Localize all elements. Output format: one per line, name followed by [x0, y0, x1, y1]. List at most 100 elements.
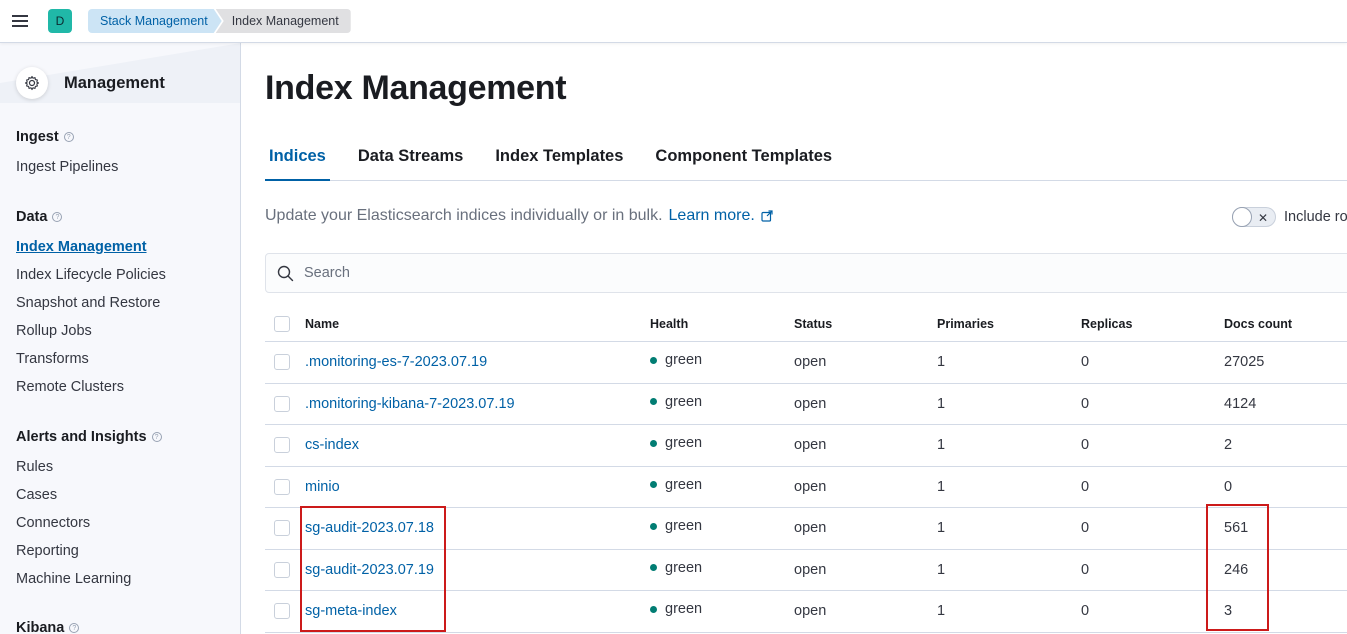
docs-count-cell: 27025: [1224, 354, 1265, 371]
tab-index-templates[interactable]: Index Templates: [491, 143, 627, 181]
index-name-link[interactable]: minio: [305, 479, 340, 495]
space-avatar[interactable]: D: [48, 9, 72, 33]
row-checkbox[interactable]: [274, 561, 290, 578]
sidebar-title: Management: [64, 73, 165, 92]
hamburger-menu-icon[interactable]: [0, 0, 40, 43]
replicas-cell: 0: [1081, 478, 1090, 495]
help-icon[interactable]: ?: [69, 623, 80, 633]
column-header-health[interactable]: Health: [650, 307, 688, 341]
description-text: Update your Elasticsearch indices indivi…: [265, 207, 663, 224]
sidebar-item-reporting[interactable]: Reporting: [16, 537, 162, 565]
status-cell: open: [794, 395, 827, 412]
search-input[interactable]: [304, 265, 1204, 281]
status-cell: open: [794, 520, 827, 537]
breadcrumb-stack-management[interactable]: Stack Management: [88, 9, 222, 33]
primaries-cell: 1: [937, 520, 946, 537]
table-header-row: Name Health Status Primaries Replicas Do…: [265, 307, 1347, 342]
table-row: minio green open 1 0 0: [265, 467, 1347, 508]
replicas-cell: 0: [1081, 437, 1090, 454]
docs-count-cell: 2: [1224, 437, 1233, 454]
tab-data-streams[interactable]: Data Streams: [354, 143, 467, 181]
sidebar-item-transforms[interactable]: Transforms: [16, 345, 166, 373]
include-rollup-toggle[interactable]: ✕: [1232, 207, 1276, 227]
learn-more-link[interactable]: Learn more.: [669, 207, 755, 225]
health-dot-icon: [650, 356, 657, 364]
health-text: green: [665, 352, 703, 369]
sidebar-item-connectors[interactable]: Connectors: [16, 509, 162, 537]
health-dot-icon: [650, 481, 657, 489]
sidebar-item-snapshot-and-restore[interactable]: Snapshot and Restore: [16, 289, 166, 317]
nav-group-title: Alerts and Insights: [16, 429, 147, 445]
status-cell: open: [794, 437, 827, 454]
external-link-icon[interactable]: [761, 210, 773, 222]
replicas-cell: 0: [1081, 395, 1090, 412]
health-text: green: [665, 476, 703, 493]
help-icon[interactable]: ?: [52, 212, 63, 222]
breadcrumb: Stack Management Index Management: [88, 9, 351, 33]
index-name-link[interactable]: .monitoring-kibana-7-2023.07.19: [305, 396, 515, 412]
status-cell: open: [794, 561, 827, 578]
management-header: Management: [16, 67, 165, 99]
primaries-cell: 1: [937, 395, 946, 412]
table-row: cs-index green open 1 0 2: [265, 425, 1347, 467]
close-icon: ✕: [1258, 211, 1269, 225]
row-checkbox[interactable]: [274, 437, 290, 454]
select-all-checkbox[interactable]: [274, 316, 290, 332]
column-header-docs-count[interactable]: Docs count: [1224, 307, 1292, 341]
sidebar-item-cases[interactable]: Cases: [16, 481, 162, 509]
top-header: D Stack Management Index Management: [0, 0, 1347, 43]
row-checkbox[interactable]: [274, 395, 290, 412]
column-header-primaries[interactable]: Primaries: [937, 307, 994, 341]
tab-bar: Indices Data Streams Index Templates Com…: [265, 143, 1347, 181]
column-header-replicas[interactable]: Replicas: [1081, 307, 1132, 341]
sidebar-item-remote-clusters[interactable]: Remote Clusters: [16, 373, 166, 401]
row-checkbox[interactable]: [274, 520, 290, 537]
row-checkbox[interactable]: [274, 478, 290, 495]
sidebar-item-rules[interactable]: Rules: [16, 453, 162, 481]
sidebar-item-index-management[interactable]: Index Management: [16, 233, 166, 261]
health-text: green: [665, 518, 703, 535]
column-header-name[interactable]: Name: [305, 307, 339, 341]
tab-indices[interactable]: Indices: [265, 143, 330, 181]
gear-icon: [16, 67, 48, 99]
page-title: Index Management: [265, 69, 567, 107]
table-row: .monitoring-kibana-7-2023.07.19 green op…: [265, 384, 1347, 425]
health-text: green: [665, 559, 703, 576]
nav-group-alerts-and-insights: Alerts and Insights? Rules Cases Connect…: [16, 427, 162, 593]
nav-group-ingest: Ingest? Ingest Pipelines: [16, 127, 118, 181]
toggle-label: Include ro: [1284, 209, 1347, 225]
primaries-cell: 1: [937, 561, 946, 578]
nav-group-kibana: Kibana?: [16, 618, 80, 634]
highlight-box-names: [300, 506, 446, 632]
row-checkbox[interactable]: [274, 354, 290, 371]
row-checkbox[interactable]: [274, 603, 290, 620]
health-dot-icon: [650, 564, 657, 572]
sidebar-item-rollup-jobs[interactable]: Rollup Jobs: [16, 317, 166, 345]
status-cell: open: [794, 354, 827, 371]
status-cell: open: [794, 478, 827, 495]
help-icon[interactable]: ?: [63, 132, 74, 142]
primaries-cell: 1: [937, 437, 946, 454]
nav-group-title: Ingest: [16, 129, 59, 145]
health-text: green: [665, 435, 703, 452]
sidebar: Management Ingest? Ingest Pipelines Data…: [0, 43, 241, 634]
tab-component-templates[interactable]: Component Templates: [651, 143, 836, 181]
replicas-cell: 0: [1081, 520, 1090, 537]
highlight-box-docs-count: [1206, 504, 1269, 631]
sidebar-item-machine-learning[interactable]: Machine Learning: [16, 565, 162, 593]
include-rollup-toggle-group: ✕ Include ro: [1232, 207, 1347, 227]
sidebar-item-ingest-pipelines[interactable]: Ingest Pipelines: [16, 153, 118, 181]
health-dot-icon: [650, 398, 657, 406]
nav-group-title: Data: [16, 209, 48, 225]
index-name-link[interactable]: .monitoring-es-7-2023.07.19: [305, 354, 487, 370]
index-name-link[interactable]: cs-index: [305, 437, 359, 453]
nav-group-data: Data? Index Management Index Lifecycle P…: [16, 207, 166, 401]
help-icon[interactable]: ?: [151, 432, 162, 442]
sidebar-item-index-lifecycle-policies[interactable]: Index Lifecycle Policies: [16, 261, 166, 289]
health-dot-icon: [650, 522, 657, 530]
column-header-status[interactable]: Status: [794, 307, 832, 341]
health-dot-icon: [650, 605, 657, 613]
nav-group-title: Kibana: [16, 620, 65, 634]
search-bar: [265, 253, 1347, 293]
health-dot-icon: [650, 439, 657, 447]
